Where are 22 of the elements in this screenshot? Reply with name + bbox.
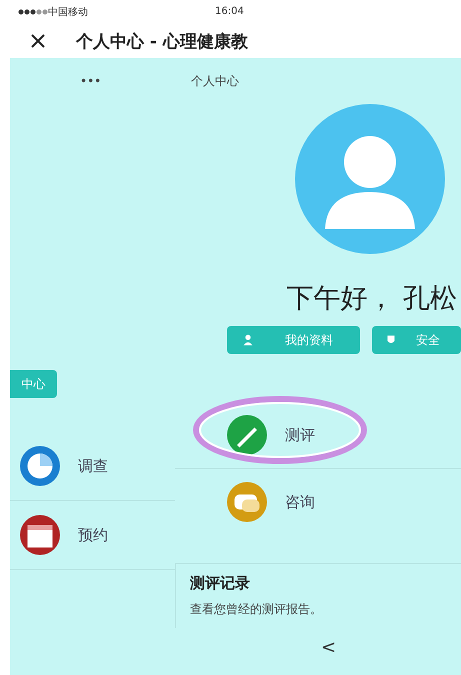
menu-label: 测评 <box>285 426 315 444</box>
menu-item[interactable]: 测评 <box>175 402 461 469</box>
back-button[interactable]: < <box>315 636 342 659</box>
card-description: 查看您曾经的测评报告。 <box>190 601 323 618</box>
menu-item[interactable]: 咨询 <box>175 469 461 535</box>
carrier-name: 中国移动 <box>48 6 88 19</box>
person-icon <box>241 333 255 347</box>
menu-label: 预约 <box>78 526 108 544</box>
more-menu[interactable]: ••• <box>80 74 102 88</box>
card-title: 测评记录 <box>190 574 251 593</box>
record-card[interactable]: 测评记录 查看您曾经的测评报告。 <box>175 563 461 628</box>
menu-label: 咨询 <box>285 492 315 512</box>
menu-item[interactable]: 预约 <box>10 501 175 570</box>
avatar-icon <box>295 104 445 254</box>
status-time: 16:04 <box>215 6 244 17</box>
window-title: 个人中心 - 心理健康教 <box>76 30 248 52</box>
signal-icon <box>18 8 48 16</box>
menu-label: 调查 <box>78 456 108 476</box>
close-icon[interactable] <box>30 33 46 49</box>
menu-item[interactable]: 调查 <box>10 432 175 501</box>
greeting: 下午好， 孔松 <box>286 282 457 316</box>
page-title: 个人中心 <box>191 72 240 90</box>
